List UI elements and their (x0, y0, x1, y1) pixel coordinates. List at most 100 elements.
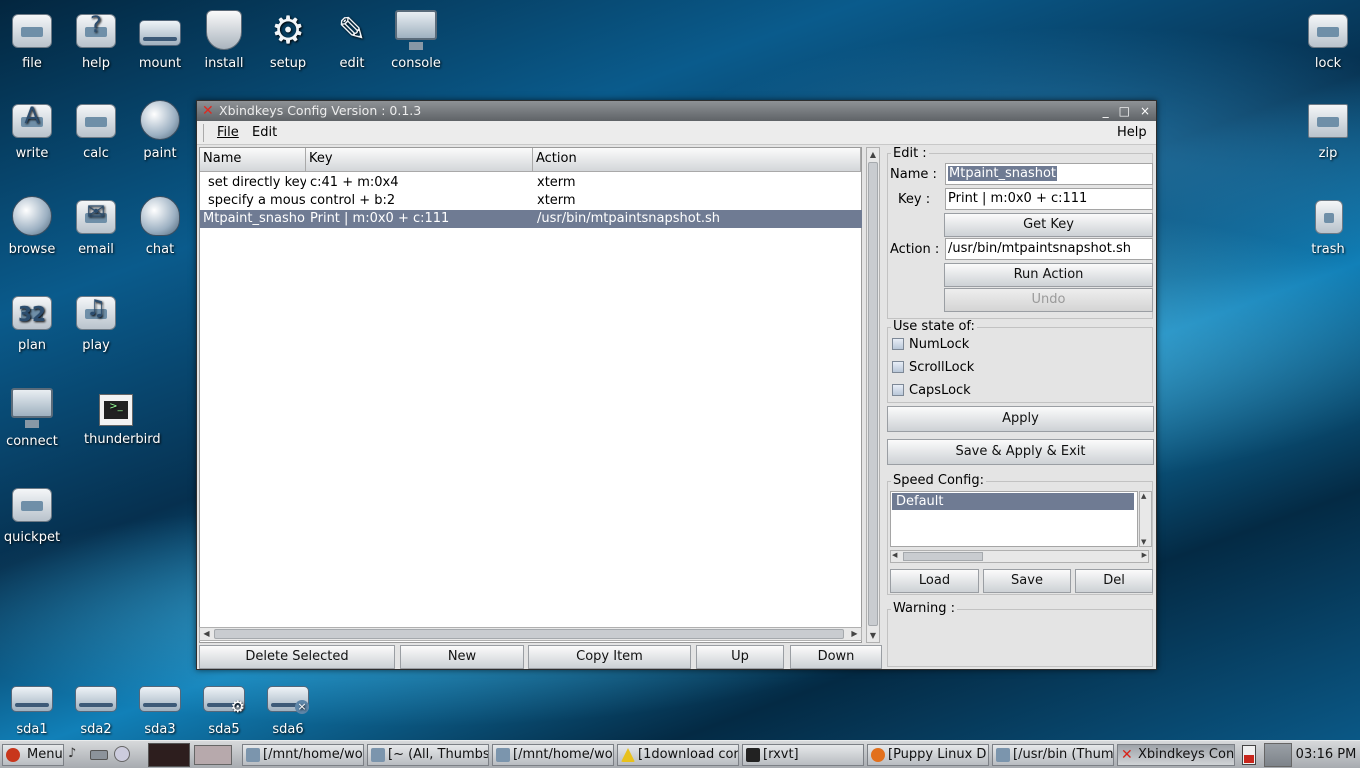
menu-help[interactable]: Help (1117, 125, 1147, 140)
desktop-icon-calc[interactable]: calc (64, 98, 128, 161)
desktop-icon-setup[interactable]: ⚙ setup (256, 8, 320, 71)
battery-icon[interactable] (1242, 745, 1256, 765)
scrolllock-checkbox[interactable] (892, 361, 904, 373)
del-button[interactable]: Del (1075, 569, 1153, 593)
scroll-down-icon[interactable]: ▼ (1141, 538, 1146, 546)
desktop-icon-install[interactable]: install (192, 8, 256, 71)
workspace-1[interactable] (148, 743, 190, 767)
scroll-up-icon[interactable]: ▲ (867, 148, 879, 161)
desktop-icon-chat[interactable]: chat (128, 194, 192, 257)
desktop-icon-edit[interactable]: ✎ edit (320, 8, 384, 71)
delete-selected-button[interactable]: Delete Selected (199, 645, 395, 669)
desktop-icon-file[interactable]: file (0, 8, 64, 71)
table-row[interactable]: specify a mous control + b:2 xterm (200, 192, 862, 210)
scrollbar-thumb[interactable] (214, 629, 844, 639)
drive-quick-icon[interactable] (90, 750, 108, 760)
desktop-icon-mount[interactable]: mount (128, 8, 192, 71)
up-button[interactable]: Up (696, 645, 784, 669)
capslock-checkbox[interactable] (892, 384, 904, 396)
desktop-icon-help[interactable]: ? help (64, 8, 128, 71)
desktop-icon-label: paint (143, 146, 177, 161)
drive-sda3[interactable]: sda3 (128, 674, 192, 737)
desktop-icon-lock[interactable]: lock (1296, 8, 1360, 71)
window-titlebar[interactable]: ✕ Xbindkeys Config Version : 0.1.3 _ □ × (197, 101, 1156, 121)
desktop-icon-label: plan (17, 338, 47, 353)
task-button[interactable]: [Puppy Linux D (867, 744, 989, 766)
clock[interactable]: 03:16 PM (1294, 745, 1358, 765)
table-horizontal-scrollbar[interactable]: ◀ ▶ (199, 627, 862, 641)
desktop-icon-paint[interactable]: paint (128, 98, 192, 161)
table-vertical-scrollbar[interactable]: ▲ ▼ (866, 147, 880, 643)
scrollbar-thumb[interactable] (903, 552, 983, 561)
drive-label: sda1 (16, 722, 48, 737)
apply-button[interactable]: Apply (887, 406, 1154, 432)
clock-app-icon[interactable] (114, 746, 130, 762)
action-field[interactable]: /usr/bin/mtpaintsnapshot.sh (945, 238, 1153, 260)
column-header-action[interactable]: Action (533, 148, 861, 172)
maximize-button[interactable]: □ (1119, 101, 1130, 121)
column-header-key[interactable]: Key (306, 148, 533, 172)
start-menu-button[interactable]: Menu (2, 744, 64, 766)
desktop-icon-plan[interactable]: 32 plan (0, 290, 64, 353)
drive-sda6[interactable]: × sda6 (256, 674, 320, 737)
drive-sda1[interactable]: sda1 (0, 674, 64, 737)
scroll-left-icon[interactable]: ◀ (892, 551, 897, 559)
desktop-icon-quickpet[interactable]: quickpet (0, 482, 64, 545)
desktop-icon-browse[interactable]: browse (0, 194, 64, 257)
scroll-left-icon[interactable]: ◀ (200, 628, 213, 640)
drive-label: sda3 (144, 722, 176, 737)
get-key-button[interactable]: Get Key (944, 213, 1153, 237)
task-button[interactable]: [~ (All, Thumbs (367, 744, 489, 766)
keybindings-table[interactable]: Name Key Action set directly key c:41 + … (199, 147, 862, 643)
task-button[interactable]: [1download cor (617, 744, 739, 766)
save-button[interactable]: Save (983, 569, 1071, 593)
close-button[interactable]: × (1140, 101, 1150, 121)
audio-icon[interactable]: ♪ (68, 746, 84, 762)
table-row-selected[interactable]: Mtpaint_snasho Print | m:0x0 + c:111 /us… (200, 210, 862, 228)
menu-edit[interactable]: Edit (252, 125, 277, 140)
scrollbar-thumb[interactable] (868, 162, 878, 626)
scroll-right-icon[interactable]: ▶ (848, 628, 861, 640)
menu-file[interactable]: File (217, 125, 239, 140)
name-field[interactable]: Mtpaint_snashot (945, 163, 1153, 185)
network-monitor-icon[interactable] (1264, 743, 1292, 767)
desktop-icon-email[interactable]: ✉ email (64, 194, 128, 257)
table-row[interactable]: set directly key c:41 + m:0x4 xterm (200, 174, 862, 192)
undo-button[interactable]: Undo (944, 288, 1153, 312)
copy-item-button[interactable]: Copy Item (528, 645, 691, 669)
scroll-up-icon[interactable]: ▲ (1141, 492, 1146, 500)
network-icon (11, 388, 53, 428)
speed-item-selected[interactable]: Default (892, 493, 1134, 510)
save-apply-exit-button[interactable]: Save & Apply & Exit (887, 439, 1154, 465)
column-header-name[interactable]: Name (200, 148, 306, 172)
load-button[interactable]: Load (890, 569, 979, 593)
desktop-icon-label: write (15, 146, 49, 161)
speed-config-list[interactable]: Default (890, 491, 1138, 547)
edit-legend: Edit : (891, 146, 929, 161)
drive-sda2[interactable]: sda2 (64, 674, 128, 737)
speed-vertical-scrollbar[interactable]: ▲ ▼ (1139, 491, 1152, 547)
task-button[interactable]: [/mnt/home/wo (242, 744, 364, 766)
scroll-down-icon[interactable]: ▼ (867, 629, 879, 642)
desktop-icon-trash[interactable]: trash (1296, 194, 1360, 257)
desktop-icon-connect[interactable]: connect (0, 386, 64, 449)
scroll-right-icon[interactable]: ▶ (1142, 551, 1147, 559)
task-button[interactable]: [/mnt/home/wo (492, 744, 614, 766)
new-button[interactable]: New (400, 645, 524, 669)
workspace-2[interactable] (194, 745, 232, 765)
run-action-button[interactable]: Run Action (944, 263, 1153, 287)
drive-sda5[interactable]: ⚙ sda5 (192, 674, 256, 737)
desktop-icon-console[interactable]: console (384, 8, 448, 71)
desktop-icon-play[interactable]: ♫ play (64, 290, 128, 353)
task-button[interactable]: [/usr/bin (Thum (992, 744, 1114, 766)
down-button[interactable]: Down (790, 645, 882, 669)
numlock-checkbox[interactable] (892, 338, 904, 350)
desktop-icon-zip[interactable]: zip (1296, 98, 1360, 161)
key-field[interactable]: Print | m:0x0 + c:111 (945, 188, 1153, 210)
speed-horizontal-scrollbar[interactable]: ◀ ▶ (890, 550, 1149, 563)
task-button-active[interactable]: ✕ Xbindkeys Con (1117, 744, 1235, 766)
desktop-icon-thunderbird[interactable]: >_ thunderbird (84, 386, 161, 447)
task-button[interactable]: [rxvt] (742, 744, 864, 766)
minimize-button[interactable]: _ (1103, 101, 1109, 121)
desktop-icon-write[interactable]: A write (0, 98, 64, 161)
